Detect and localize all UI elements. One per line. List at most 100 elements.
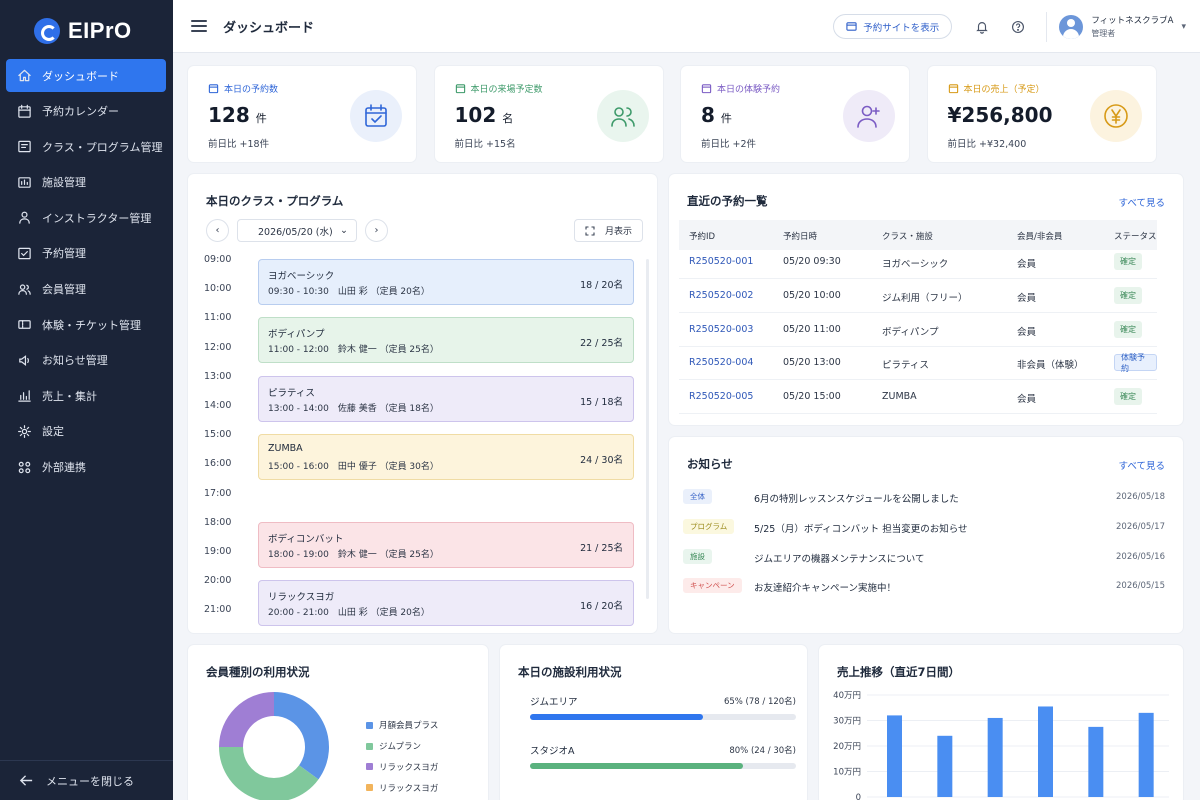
table-row[interactable]: R250520-004 05/20 13:00 ピラティス 非会員（体験） 体験予約: [679, 346, 1157, 381]
recent-reservations-card: 直近の予約一覧 すべて見る 予約ID 予約日時 クラス・施設 会員/非会員 ステータス …: [669, 174, 1183, 425]
y-tick-label: 0: [856, 793, 861, 800]
time-label: 09:00: [204, 254, 232, 265]
class-block[interactable]: ボディパンプ 11:00 - 12:00 鈴木 健一 （定員 25名） 22 / 2…: [258, 317, 634, 364]
facility-name: ジムエリア: [530, 697, 578, 708]
gear-icon: [16, 423, 32, 439]
prev-day-button[interactable]: ‹: [206, 219, 229, 242]
class-detail: 20:00 - 21:00 山田 彩 （定員 20名）: [268, 608, 430, 619]
class-block[interactable]: リラックスヨガ 20:00 - 21:00 山田 彩 （定員 20名） 16 / 2…: [258, 580, 634, 627]
news-date: 2026/05/17: [1116, 521, 1165, 532]
progress-track: [530, 714, 796, 720]
todays-expected-visitors-card: 本日の来場予定数 102 名前日比 +15名: [434, 66, 663, 162]
reservation-member-type: 会員: [1017, 259, 1037, 270]
news-text[interactable]: ジムエリアの機器メンテナンスについて: [754, 551, 925, 565]
news-item[interactable]: 全体 6月の特別レッスンスケジュールを公開しました 2026/05/18: [683, 483, 1165, 513]
class-block[interactable]: ピラティス 13:00 - 14:00 佐藤 美香 （定員 18名） 15 / 18…: [258, 375, 634, 422]
class-detail: 18:00 - 19:00 鈴木 健一 （定員 25名）: [268, 549, 439, 560]
help-icon[interactable]: [1010, 19, 1026, 35]
calendar-check-icon: [350, 90, 402, 142]
time-label: 21:00: [204, 604, 232, 616]
progress-fill: [530, 763, 743, 769]
sidebar-item-reservation-calendar[interactable]: 予約カレンダー: [6, 95, 166, 128]
members-icon: [16, 281, 32, 297]
reservation-id-link[interactable]: R250520-005: [689, 391, 753, 402]
schedule-scrollbar[interactable]: [646, 259, 649, 599]
table-row[interactable]: R250520-002 05/20 10:00 ジム利用（フリー） 会員 確定: [679, 279, 1157, 313]
news-item[interactable]: プログラム 5/25（月）ボディコンバット 担当変更のお知らせ 2026/05/17: [683, 513, 1165, 543]
table-row[interactable]: R250520-003 05/20 11:00 ボディパンプ 会員 確定: [679, 313, 1157, 347]
legend-item: リラックスヨガ: [366, 757, 438, 778]
sidebar-item-label: お知らせ管理: [42, 354, 108, 368]
class-capacity: 21 / 25名: [580, 542, 623, 554]
sales-trend-title: 売上推移（直近7日間）: [837, 665, 961, 679]
legend-label: ジムプラン: [379, 742, 421, 753]
stat-value: 8件: [701, 103, 732, 127]
stat-label: 本日の予約数: [208, 82, 278, 95]
status-badge: 確定: [1114, 320, 1142, 338]
home-icon: [16, 68, 32, 84]
logo-mark-icon: [34, 18, 60, 44]
sidebar-item-dashboard[interactable]: ダッシュボード: [6, 59, 166, 92]
table-row[interactable]: R250520-001 05/20 09:30 ヨガベーシック 会員 確定: [679, 245, 1157, 279]
news-item[interactable]: キャンペーン お友達紹介キャンペーン実施中！ 2026/05/15: [683, 572, 1165, 602]
collapse-menu-button[interactable]: メニューを閉じる: [0, 760, 173, 800]
stat-label-icon: [208, 84, 219, 94]
reservation-id-link[interactable]: R250520-004: [689, 357, 753, 368]
facility-usage-value: 80% (24 / 30名): [729, 746, 796, 756]
sidebar-item-external-integration[interactable]: 外部連携: [6, 451, 166, 484]
class-capacity: 22 / 25名: [580, 338, 623, 350]
sidebar-item-trial-ticket-management[interactable]: 体験・チケット管理: [6, 308, 166, 341]
news-date: 2026/05/15: [1116, 581, 1165, 592]
view-booking-site-button[interactable]: 予約サイトを表示: [833, 14, 953, 39]
reservations-see-all-link[interactable]: すべて見る: [1119, 195, 1165, 209]
sidebar-item-member-management[interactable]: 会員管理: [6, 273, 166, 306]
sidebar-item-facility-management[interactable]: 施設管理: [6, 166, 166, 199]
app-logo[interactable]: EIPrO: [0, 0, 173, 52]
news-text[interactable]: 5/25（月）ボディコンバット 担当変更のお知らせ: [754, 521, 968, 535]
bell-icon[interactable]: [974, 19, 990, 35]
reservation-id-link[interactable]: R250520-003: [689, 324, 753, 335]
user-menu[interactable]: フィットネスクラブA 管理者 ▾: [1059, 14, 1186, 39]
user-role: 管理者: [1091, 29, 1116, 38]
stat-label: 本日の来場予定数: [455, 82, 543, 95]
next-day-button[interactable]: ›: [365, 219, 388, 242]
sidebar-item-class-program-management[interactable]: クラス・プログラム管理: [6, 130, 166, 163]
stat-comparison: 前日比 +2件: [701, 139, 757, 150]
class-block[interactable]: ヨガベーシック 09:30 - 10:30 山田 彩 （定員 20名） 18 / 2…: [258, 258, 634, 305]
time-label: 11:00: [204, 312, 232, 324]
class-capacity: 16 / 20名: [580, 601, 623, 613]
sidebar-item-instructor-management[interactable]: インストラクター管理: [6, 201, 166, 234]
news-text[interactable]: お友達紹介キャンペーン実施中！: [754, 580, 896, 594]
legend-swatch: [366, 784, 373, 792]
facility-name: スタジオA: [530, 746, 575, 757]
avatar: [1059, 14, 1084, 39]
sales-trend-card: 売上推移（直近7日間） 40万円 30万円 20万円 10万円 0: [819, 645, 1183, 800]
class-capacity: 15 / 18名: [580, 396, 623, 408]
table-row[interactable]: R250520-005 05/20 15:00 ZUMBA 会員 確定: [679, 380, 1157, 415]
class-detail: 09:30 - 10:30 山田 彩 （定員 20名）: [268, 286, 430, 297]
sidebar-item-settings[interactable]: 設定: [6, 415, 166, 448]
date-select[interactable]: 2026/05/20 (水) ⌄: [237, 219, 357, 242]
news-see-all-link[interactable]: すべて見る: [1119, 458, 1165, 472]
sidebar-item-sales-reports[interactable]: 売上・集計: [6, 379, 166, 412]
facility-icon: [16, 174, 32, 190]
sidebar-item-reservation-management[interactable]: 予約管理: [6, 237, 166, 270]
sales-bar-chart: 40万円 30万円 20万円 10万円 0: [833, 691, 1169, 800]
reservation-id-link[interactable]: R250520-001: [689, 256, 753, 267]
news-item[interactable]: 施設 ジムエリアの機器メンテナンスについて 2026/05/16: [683, 543, 1165, 573]
time-label: 16:00: [204, 458, 232, 470]
hamburger-menu-icon[interactable]: [191, 20, 207, 32]
class-block[interactable]: ZUMBA 15:00 - 16:00 田中 優子 （定員 30名） 24 / 30…: [258, 434, 634, 481]
sidebar-item-announcement-management[interactable]: お知らせ管理: [6, 344, 166, 377]
sidebar: EIPrO ダッシュボード 予約カレンダー クラス・プログラム管理 施設管理 インストラ…: [0, 0, 173, 800]
todays-sales-card: 本日の売上（予定） ¥256,800 前日比 +¥32,400: [927, 66, 1156, 162]
class-name: ボディコンバット: [268, 533, 344, 545]
stat-label: 本日の体験予約: [701, 82, 780, 95]
month-view-button[interactable]: 月表示: [573, 219, 643, 242]
class-block[interactable]: ボディコンバット 18:00 - 19:00 鈴木 健一 （定員 25名） 21 /…: [258, 521, 634, 568]
donut-slice: [219, 692, 274, 747]
reservation-id-link[interactable]: R250520-002: [689, 290, 753, 301]
stat-value-number: ¥256,800: [947, 103, 1053, 127]
external-window-icon: [846, 22, 857, 31]
news-text[interactable]: 6月の特別レッスンスケジュールを公開しました: [754, 491, 959, 505]
